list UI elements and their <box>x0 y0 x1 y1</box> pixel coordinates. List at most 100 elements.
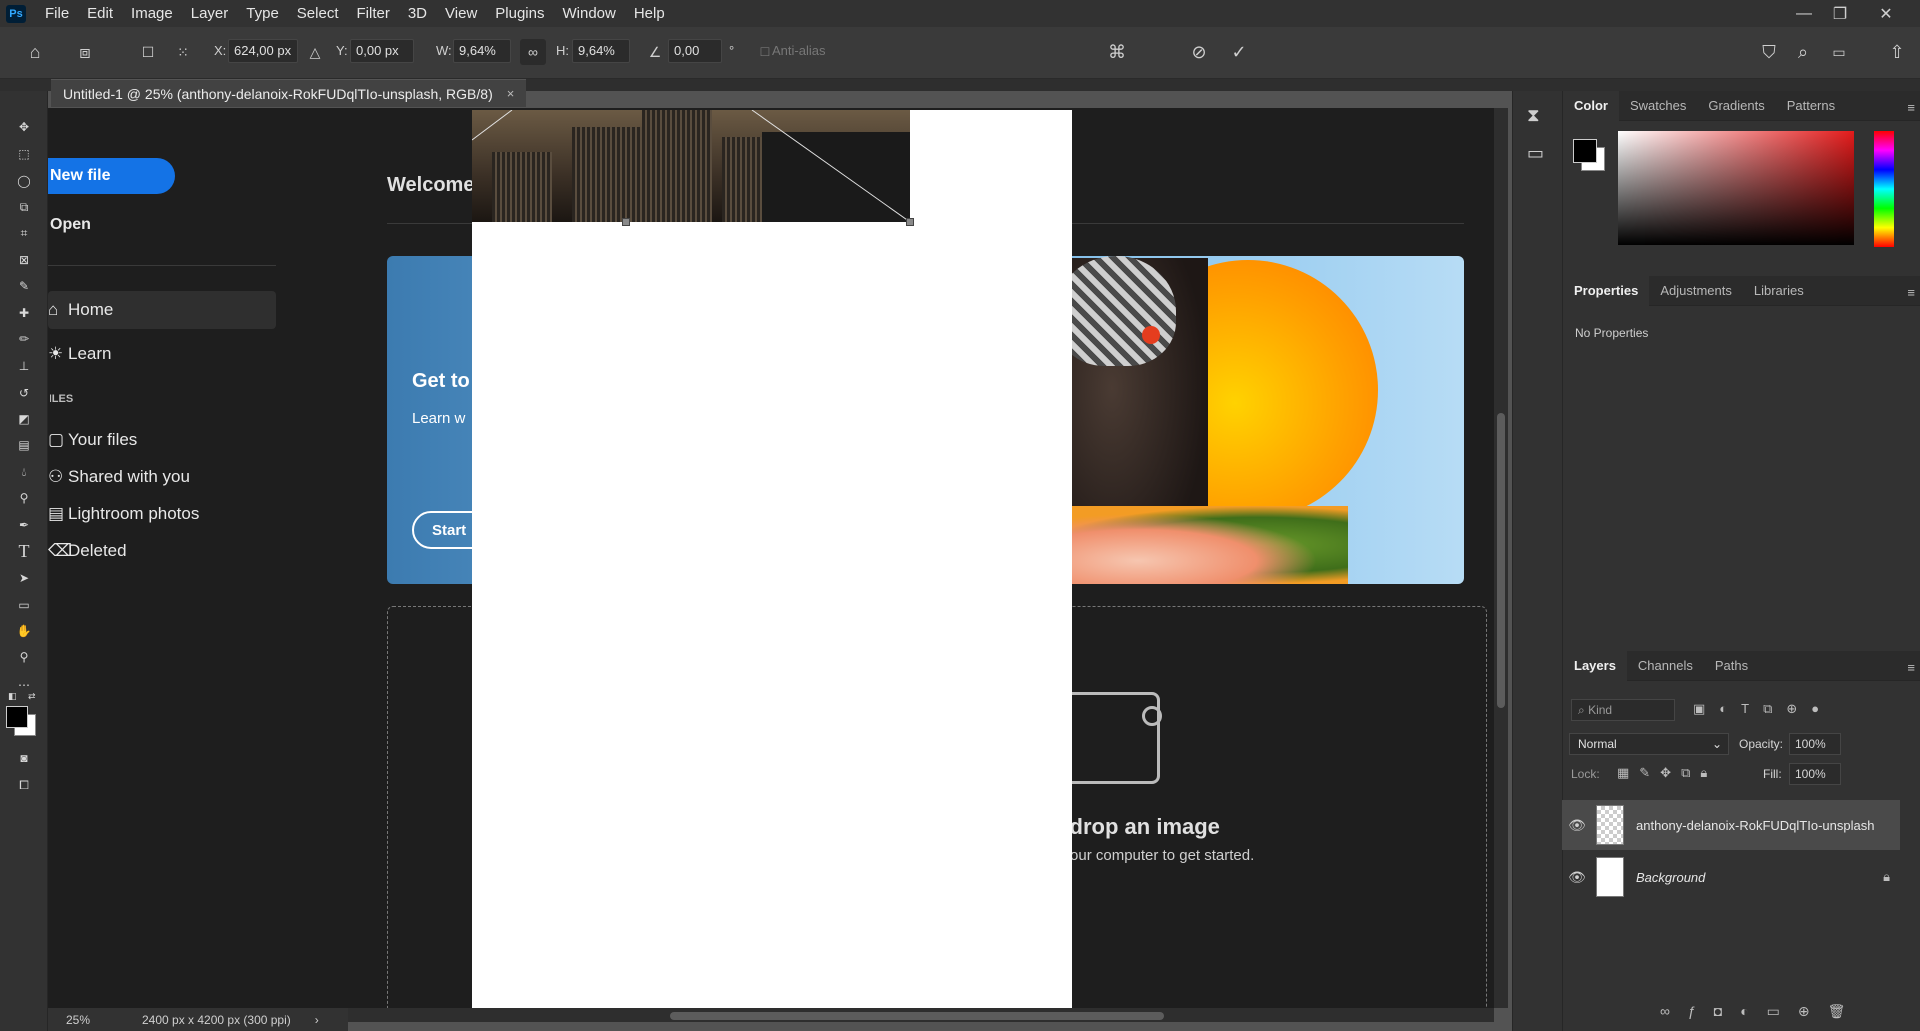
zoom-level[interactable]: 25% <box>48 1013 108 1027</box>
zoom-tool-icon[interactable]: ⚲ <box>10 643 38 671</box>
minimize-icon[interactable]: — <box>1786 0 1822 27</box>
menu-select[interactable]: Select <box>288 0 348 27</box>
warp-icon[interactable]: ⌘ <box>1104 39 1130 65</box>
horizontal-scroll-thumb[interactable] <box>670 1012 1164 1020</box>
move-tool-icon[interactable]: ✥ <box>10 113 38 141</box>
visibility-eye-icon[interactable]: 👁︎ <box>1562 869 1592 886</box>
restore-icon[interactable]: ❐ <box>1822 0 1858 27</box>
menu-file[interactable]: File <box>36 0 78 27</box>
layer-row-selected[interactable]: 👁︎ anthony-delanoix-RokFUDqlTIo-unsplash <box>1562 800 1900 850</box>
cancel-transform-icon[interactable]: ⊘ <box>1186 39 1212 65</box>
transform-handle[interactable] <box>906 218 914 226</box>
tab-gradients[interactable]: Gradients <box>1697 91 1775 121</box>
brush-tool-icon[interactable]: ✏ <box>10 325 38 353</box>
layer-row-background[interactable]: 👁︎ Background 🔒︎ <box>1562 852 1900 902</box>
hand-tool-icon[interactable]: ✋ <box>10 617 38 645</box>
lock-icons[interactable]: ▦✎✥⧉🔒︎ <box>1617 765 1717 781</box>
tab-channels[interactable]: Channels <box>1627 651 1704 681</box>
menu-layer[interactable]: Layer <box>182 0 238 27</box>
placed-city-image[interactable] <box>472 110 910 222</box>
height-field[interactable]: 9,64% <box>572 39 630 63</box>
hue-slider[interactable] <box>1874 131 1894 247</box>
clone-stamp-tool-icon[interactable]: ⊥ <box>10 352 38 380</box>
x-position-field[interactable]: 624,00 px <box>228 39 298 63</box>
blur-tool-icon[interactable]: 💧︎ <box>10 458 38 486</box>
document-tab[interactable]: Untitled-1 @ 25% (anthony-delanoix-RokFU… <box>51 79 527 107</box>
status-arrow-icon[interactable]: › <box>291 1013 319 1027</box>
document-page[interactable] <box>472 110 1072 1010</box>
share-icon[interactable]: ⛉ <box>1756 39 1782 65</box>
default-colors-icon[interactable]: ◧ <box>8 691 18 701</box>
frame-tool-icon[interactable]: ⊠ <box>10 246 38 274</box>
quick-mask-icon[interactable]: ◙ <box>10 744 38 772</box>
relative-position-icon[interactable]: △ <box>302 39 328 65</box>
vertical-scroll-thumb[interactable] <box>1497 413 1505 708</box>
object-selection-tool-icon[interactable]: ⧉ <box>10 193 38 221</box>
workspace-icon[interactable]: ▭ <box>1826 39 1852 65</box>
tab-adjustments[interactable]: Adjustments <box>1649 276 1743 306</box>
screen-mode-icon[interactable]: ⧠ <box>10 771 38 799</box>
panel-menu-icon[interactable]: ≡ <box>1907 660 1915 675</box>
foreground-color-swatch[interactable] <box>6 706 28 728</box>
healing-brush-tool-icon[interactable]: ✚ <box>10 299 38 327</box>
eraser-tool-icon[interactable]: ◩ <box>10 405 38 433</box>
angle-field[interactable]: 0,00 <box>668 39 722 63</box>
menu-help[interactable]: Help <box>625 0 674 27</box>
transform-handle[interactable] <box>622 218 630 226</box>
color-foreground-swatch[interactable] <box>1573 139 1597 163</box>
history-panel-icon[interactable]: ⧗ <box>1527 105 1540 126</box>
export-icon[interactable]: ⇧ <box>1884 39 1910 65</box>
panel-menu-icon[interactable]: ≡ <box>1907 285 1915 300</box>
menu-type[interactable]: Type <box>237 0 288 27</box>
pen-tool-icon[interactable]: ✒ <box>10 511 38 539</box>
type-tool-icon[interactable]: T <box>10 537 38 565</box>
swap-colors-icon[interactable]: ⇄ <box>28 691 38 701</box>
comments-panel-icon[interactable]: ▭ <box>1527 143 1544 164</box>
color-picker-field[interactable] <box>1618 131 1854 245</box>
menu-edit[interactable]: Edit <box>78 0 122 27</box>
tab-properties[interactable]: Properties <box>1563 275 1650 306</box>
tab-paths[interactable]: Paths <box>1704 651 1759 681</box>
menu-view[interactable]: View <box>436 0 486 27</box>
reference-point-toggle-icon[interactable]: ☐ <box>135 39 161 65</box>
close-window-icon[interactable]: ✕ <box>1868 0 1904 27</box>
gradient-tool-icon[interactable]: ▤ <box>10 431 38 459</box>
fill-field[interactable]: 100% <box>1789 763 1841 785</box>
menu-window[interactable]: Window <box>553 0 624 27</box>
width-field[interactable]: 9,64% <box>453 39 511 63</box>
layer-filter-icons[interactable]: ▣◐T⧉⊕● <box>1693 701 1833 717</box>
tab-libraries[interactable]: Libraries <box>1743 276 1815 306</box>
history-brush-tool-icon[interactable]: ↺ <box>10 379 38 407</box>
dodge-tool-icon[interactable]: ⚲ <box>10 484 38 512</box>
layer-filter-input[interactable]: ⌕ Kind <box>1571 699 1675 721</box>
tab-layers[interactable]: Layers <box>1563 650 1627 681</box>
home-icon[interactable]: ⌂ <box>22 39 48 65</box>
menu-3d[interactable]: 3D <box>399 0 436 27</box>
opacity-field[interactable]: 100% <box>1789 733 1841 755</box>
y-position-field[interactable]: 0,00 px <box>350 39 414 63</box>
marquee-tool-icon[interactable]: ⬚ <box>10 140 38 168</box>
path-selection-tool-icon[interactable]: ➤ <box>10 564 38 592</box>
close-tab-icon[interactable]: × <box>507 86 515 101</box>
link-icon[interactable]: ∞ <box>520 39 546 65</box>
panel-menu-icon[interactable]: ≡ <box>1907 100 1915 115</box>
layer-name[interactable]: anthony-delanoix-RokFUDqlTIo-unsplash <box>1636 818 1874 833</box>
visibility-eye-icon[interactable]: 👁︎ <box>1562 817 1592 834</box>
tab-swatches[interactable]: Swatches <box>1619 91 1697 121</box>
lasso-tool-icon[interactable]: ◯ <box>10 167 38 195</box>
eyedropper-tool-icon[interactable]: ✎ <box>10 272 38 300</box>
tab-color[interactable]: Color <box>1563 90 1619 121</box>
layers-footer-icons[interactable]: ∞ƒ◘◐▭⊕🗑︎ <box>1660 1003 1863 1020</box>
transform-tool-icon[interactable]: ⧈ <box>72 39 98 65</box>
reference-point-grid-icon[interactable]: ⁙ <box>170 39 196 65</box>
menu-plugins[interactable]: Plugins <box>486 0 553 27</box>
crop-tool-icon[interactable]: ⌗ <box>10 219 38 247</box>
blend-mode-select[interactable]: Normal ⌄ <box>1569 733 1729 755</box>
commit-transform-icon[interactable]: ✓ <box>1226 39 1252 65</box>
layer-name[interactable]: Background <box>1636 870 1705 885</box>
rectangle-tool-icon[interactable]: ▭ <box>10 591 38 619</box>
menu-image[interactable]: Image <box>122 0 182 27</box>
tab-patterns[interactable]: Patterns <box>1776 91 1846 121</box>
menu-filter[interactable]: Filter <box>348 0 399 27</box>
search-icon[interactable]: ⌕ <box>1790 39 1816 65</box>
